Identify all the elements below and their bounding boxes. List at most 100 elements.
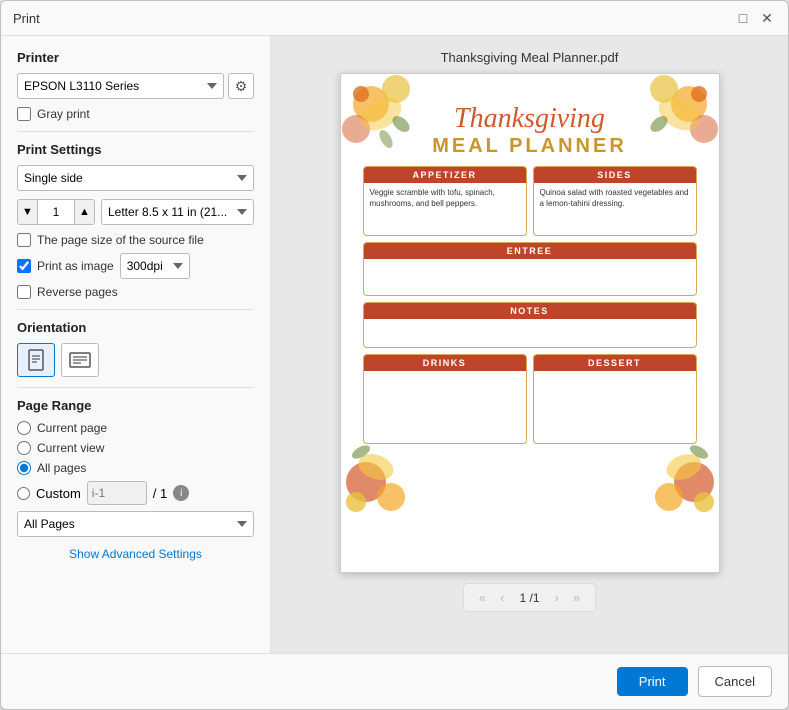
divider-2 (17, 309, 254, 310)
all-pages-row: All pages (17, 461, 254, 475)
entree-section: ENTREE (363, 242, 697, 296)
divider-1 (17, 131, 254, 132)
landscape-icon (69, 351, 91, 369)
title-bar: Print □ ✕ (1, 1, 788, 36)
entree-header: ENTREE (364, 243, 696, 259)
copies-decrement[interactable]: ▼ (18, 200, 38, 224)
cancel-button[interactable]: Cancel (698, 666, 772, 697)
main-area: Printer EPSON L3110 Series ⚙ Gray print … (1, 36, 788, 653)
print-as-image-row: Print as image 300dpi (17, 253, 254, 279)
custom-input[interactable] (87, 481, 147, 505)
last-page-button[interactable]: » (568, 588, 585, 607)
print-dialog: Print □ ✕ Printer EPSON L3110 Series ⚙ G… (0, 0, 789, 710)
current-page-label: Current page (37, 421, 107, 435)
print-settings-label: Print Settings (17, 142, 254, 157)
page-size-checkbox[interactable] (17, 233, 31, 247)
notes-row: NOTES (341, 302, 719, 348)
printer-row: EPSON L3110 Series ⚙ (17, 73, 254, 99)
window-title: Print (13, 11, 40, 26)
printer-label: Printer (17, 50, 254, 65)
appetizer-section: APPETIZER Veggie scramble with tofu, spi… (363, 166, 527, 236)
custom-label: Custom (36, 486, 81, 501)
pdf-title: Thanksgiving Meal Planner.pdf (441, 50, 619, 65)
portrait-icon (27, 349, 45, 371)
next-page-button[interactable]: › (550, 588, 564, 607)
title-bar-controls: □ ✕ (734, 9, 776, 27)
mp-title-block: MEAL PLANNER (341, 135, 719, 158)
mp-header: Thanksgiving MEAL PLANNER (341, 74, 719, 158)
orientation-buttons (17, 343, 254, 377)
info-icon[interactable]: i (173, 485, 189, 501)
minimize-button[interactable]: □ (734, 9, 752, 27)
sides-body: Quinoa salad with roasted vegetables and… (534, 183, 696, 213)
reverse-pages-label: Reverse pages (37, 285, 118, 299)
printer-select-group: EPSON L3110 Series ⚙ (17, 73, 254, 99)
custom-row: Custom / 1 i (17, 481, 254, 505)
drinks-section: DRINKS (363, 354, 527, 444)
drinks-body (364, 371, 526, 379)
landscape-button[interactable] (61, 343, 99, 377)
page-range-label: Page Range (17, 398, 254, 413)
gray-print-row: Gray print (17, 107, 254, 121)
sides-select[interactable]: Single side (17, 165, 254, 191)
sides-section: SIDES Quinoa salad with roasted vegetabl… (533, 166, 697, 236)
custom-suffix: / 1 (153, 486, 167, 501)
print-as-image-label: Print as image (37, 259, 114, 273)
page-number: 1 /1 (513, 591, 545, 605)
meal-planner-preview: Thanksgiving MEAL PLANNER APPETIZER Vegg… (341, 74, 719, 572)
drinks-header: DRINKS (364, 355, 526, 371)
dessert-header: DESSERT (534, 355, 696, 371)
sides-header: SIDES (534, 167, 696, 183)
printer-select[interactable]: EPSON L3110 Series (17, 73, 224, 99)
filter-row: All Pages (17, 511, 254, 537)
all-pages-label: All pages (37, 461, 86, 475)
paper-select[interactable]: Letter 8.5 x 11 in (21... (101, 199, 254, 225)
first-page-button[interactable]: « (474, 588, 491, 607)
current-page-radio[interactable] (17, 421, 31, 435)
appetizer-header: APPETIZER (364, 167, 526, 183)
copies-spinbox: ▼ ▲ (17, 199, 95, 225)
print-button[interactable]: Print (617, 667, 688, 696)
portrait-button[interactable] (17, 343, 55, 377)
dpi-select[interactable]: 300dpi (120, 253, 190, 279)
print-as-image-checkbox[interactable] (17, 259, 31, 273)
entree-row: ENTREE (341, 242, 719, 296)
gray-print-label: Gray print (37, 107, 90, 121)
mp-top-grid: APPETIZER Veggie scramble with tofu, spi… (341, 166, 719, 236)
current-view-label: Current view (37, 441, 104, 455)
copies-row: ▼ ▲ Letter 8.5 x 11 in (21... (17, 199, 254, 225)
custom-radio[interactable] (17, 487, 30, 500)
sides-row: Single side (17, 165, 254, 191)
all-pages-radio[interactable] (17, 461, 31, 475)
mp-title-script: Thanksgiving (341, 104, 719, 135)
divider-3 (17, 387, 254, 388)
mp-bottom-grid: DRINKS DESSERT (341, 354, 719, 444)
copies-increment[interactable]: ▲ (74, 200, 94, 224)
appetizer-body: Veggie scramble with tofu, spinach, mush… (364, 183, 526, 213)
dessert-section: DESSERT (533, 354, 697, 444)
page-filter-select[interactable]: All Pages (17, 511, 254, 537)
pdf-preview: Thanksgiving MEAL PLANNER APPETIZER Vegg… (340, 73, 720, 573)
bottom-bar: Print Cancel (1, 653, 788, 709)
notes-header: NOTES (364, 303, 696, 319)
close-button[interactable]: ✕ (758, 9, 776, 27)
copies-input[interactable] (38, 200, 74, 224)
page-size-label: The page size of the source file (37, 233, 204, 247)
pagination-bar: « ‹ 1 /1 › » (463, 583, 596, 612)
gray-print-checkbox[interactable] (17, 107, 31, 121)
left-panel: Printer EPSON L3110 Series ⚙ Gray print … (1, 36, 271, 653)
current-view-row: Current view (17, 441, 254, 455)
advanced-settings-link[interactable]: Show Advanced Settings (17, 547, 254, 561)
page-size-row: The page size of the source file (17, 233, 254, 247)
prev-page-button[interactable]: ‹ (495, 588, 509, 607)
printer-settings-button[interactable]: ⚙ (228, 73, 254, 99)
current-view-radio[interactable] (17, 441, 31, 455)
entree-body (364, 259, 696, 295)
notes-section: NOTES (363, 302, 697, 348)
notes-body (364, 319, 696, 343)
reverse-pages-row: Reverse pages (17, 285, 254, 299)
reverse-pages-checkbox[interactable] (17, 285, 31, 299)
dessert-body (534, 371, 696, 379)
orientation-label: Orientation (17, 320, 254, 335)
right-panel: Thanksgiving Meal Planner.pdf (271, 36, 788, 653)
